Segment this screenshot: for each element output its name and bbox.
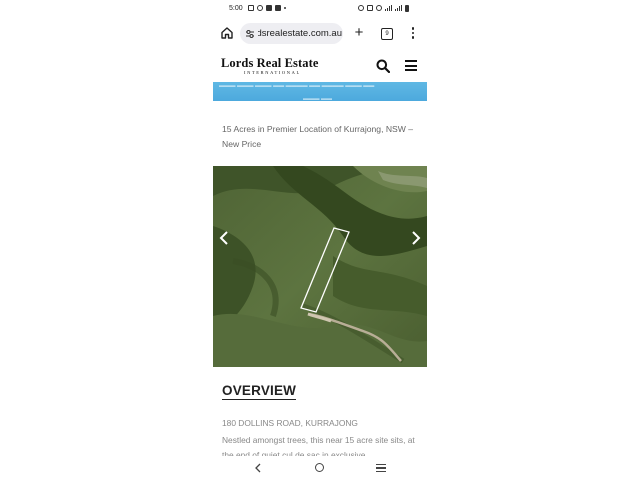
system-icons xyxy=(358,5,409,12)
tune-icon[interactable] xyxy=(245,29,255,39)
home-icon[interactable] xyxy=(220,26,234,40)
alarm-icon xyxy=(358,5,364,11)
banner-faint-text-2: ▬▬▬ ▬▬ xyxy=(303,96,333,101)
home-circle-icon[interactable] xyxy=(315,463,324,472)
site-header: Lords Real Estate INTERNATIONAL xyxy=(213,50,427,82)
signal-icon xyxy=(385,5,392,11)
more-vert-icon[interactable] xyxy=(411,27,415,41)
back-icon[interactable] xyxy=(254,463,262,473)
aerial-image xyxy=(213,166,427,367)
url-text[interactable]: lordsrealestate.com.au xyxy=(258,28,342,39)
browser-toolbar: lordsrealestate.com.au + 9 xyxy=(213,20,427,48)
status-time: 5:00 xyxy=(229,5,243,12)
signal-icon xyxy=(395,5,402,11)
property-address: 180 DOLLINS ROAD, KURRAJONG xyxy=(222,418,358,428)
status-bar: 5:00 xyxy=(213,0,427,18)
battery-icon xyxy=(405,5,409,12)
address-bar[interactable]: lordsrealestate.com.au xyxy=(240,23,343,44)
notification-icons xyxy=(248,5,286,11)
listing-title: 15 Acres in Premier Location of Kurrajon… xyxy=(222,124,414,149)
instagram-icon xyxy=(248,5,254,11)
blue-banner: ▬▬▬ ▬▬▬ ▬▬▬ ▬▬ ▬▬▬▬ ▬▬ ▬▬▬▬ ▬▬▬ ▬▬ ▬▬▬ ▬… xyxy=(213,82,427,101)
facebook-icon xyxy=(275,5,281,11)
banner-faint-text: ▬▬▬ ▬▬▬ ▬▬▬ ▬▬ ▬▬▬▬ ▬▬ ▬▬▬▬ ▬▬▬ ▬▬ xyxy=(219,83,375,89)
facebook-icon xyxy=(266,5,272,11)
system-nav-bar xyxy=(213,456,427,480)
chevron-left-icon[interactable] xyxy=(218,229,230,247)
overview-heading: OVERVIEW xyxy=(222,383,297,400)
site-logo[interactable]: Lords Real Estate INTERNATIONAL xyxy=(221,56,319,75)
more-notifications-icon xyxy=(284,7,286,9)
person-icon xyxy=(257,5,263,11)
chevron-right-icon[interactable] xyxy=(410,229,422,247)
recents-icon[interactable] xyxy=(376,464,386,472)
logo-main-text: Lords Real Estate xyxy=(221,56,319,70)
search-icon[interactable] xyxy=(376,59,390,73)
vibrate-icon xyxy=(367,5,373,11)
wifi-icon xyxy=(376,5,382,11)
new-tab-plus-icon[interactable]: + xyxy=(352,25,366,41)
hamburger-menu-icon[interactable] xyxy=(405,60,417,71)
phone-screen: 5:00 lordsrealesta xyxy=(213,0,427,480)
tabs-icon[interactable]: 9 xyxy=(381,28,393,40)
property-aerial-photo[interactable] xyxy=(213,166,427,367)
